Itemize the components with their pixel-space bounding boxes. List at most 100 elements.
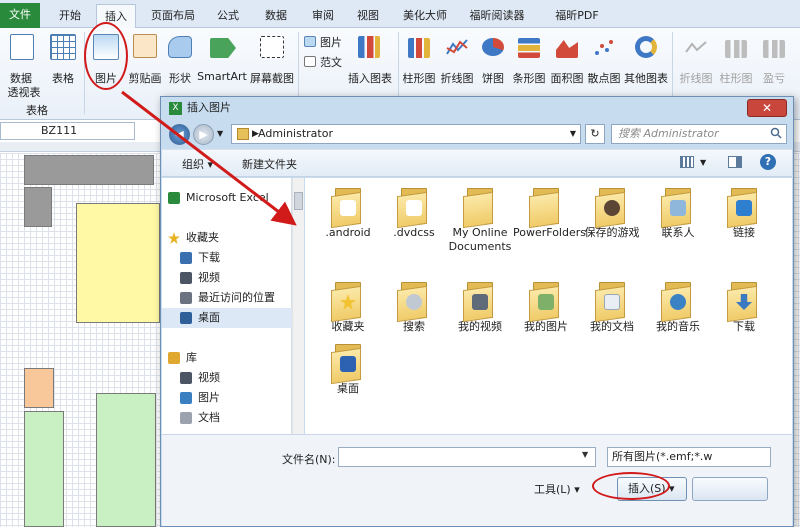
filename-input[interactable] (338, 447, 596, 467)
nav-scrollbar[interactable] (292, 178, 304, 434)
nav-library-pictures[interactable]: 图片 (162, 388, 292, 408)
nav-videos[interactable]: 视频 (162, 268, 292, 288)
forward-button[interactable]: ▶ (193, 124, 214, 145)
table-button[interactable]: 表格 (46, 32, 80, 85)
file-label: .android (325, 226, 371, 239)
file-item-saved-games[interactable]: 保存的游戏 (579, 186, 645, 240)
tab-view[interactable]: 视图 (348, 4, 388, 28)
address-dropdown-icon[interactable]: ▼ (570, 125, 576, 143)
help-icon[interactable]: ? (760, 154, 776, 170)
sparkline-column-icon (725, 40, 747, 58)
file-item-my-pictures[interactable]: 我的图片 (513, 280, 579, 334)
file-item-my-videos[interactable]: 我的视频 (447, 280, 513, 334)
file-item-my-music[interactable]: 我的音乐 (645, 280, 711, 334)
sparkline-line-icon (685, 41, 707, 53)
close-button[interactable]: ✕ (747, 99, 787, 117)
file-label: 我的图片 (524, 320, 568, 333)
file-item-searches[interactable]: 搜索 (381, 280, 447, 334)
nav-library-videos[interactable]: 视频 (162, 368, 292, 388)
nav-label: 下载 (198, 251, 220, 264)
breadcrumb-administrator[interactable]: Administrator (258, 127, 333, 140)
star-icon (168, 232, 180, 244)
cancel-button[interactable] (692, 477, 768, 501)
file-label: 我的视频 (458, 320, 502, 333)
tab-file[interactable]: 文件 (0, 3, 40, 28)
tab-meihua[interactable]: 美化大师 (396, 4, 454, 28)
bar-chart-button[interactable]: 条形图 (510, 32, 548, 85)
nav-label: 收藏夹 (186, 231, 219, 244)
nav-desktop[interactable]: 桌面 (162, 308, 292, 328)
contacts-folder-icon (661, 186, 695, 229)
sparkline-winloss-button[interactable]: 盈亏 (756, 32, 792, 85)
small-picture-icon (304, 36, 316, 47)
recent-pages-dropdown[interactable]: ▼ (217, 129, 223, 138)
file-item-contacts[interactable]: 联系人 (645, 186, 711, 240)
insert-chart-button[interactable]: 插入图表 (344, 32, 396, 85)
sparkline-line-button[interactable]: 折线图 (676, 32, 716, 85)
sheet-shape (76, 203, 160, 323)
screenshot-button[interactable]: 屏幕截图 (248, 32, 296, 85)
tab-foxit-reader[interactable]: 福昕阅读器 (462, 4, 532, 28)
organize-button[interactable]: 组织 ▾ (182, 156, 213, 172)
address-bar[interactable]: ▶ Administrator ▼ (231, 124, 581, 144)
smartart-icon (210, 38, 236, 58)
scrollbar-thumb[interactable] (294, 192, 303, 210)
pivot-label-2: 透视表 (7, 86, 41, 99)
tab-data[interactable]: 数据 (256, 4, 296, 28)
area-chart-button[interactable]: 面积图 (548, 32, 586, 85)
clip-art-button[interactable]: 剪贴画 (126, 32, 164, 85)
other-charts-button[interactable]: 其他图表 (622, 32, 670, 85)
search-input[interactable]: 搜索 Administrator (611, 124, 787, 144)
file-label: 我的文档 (590, 320, 634, 333)
nav-downloads[interactable]: 下载 (162, 248, 292, 268)
tab-page-layout[interactable]: 页面布局 (144, 4, 202, 28)
favorites-folder-icon (331, 280, 365, 323)
file-item-desktop[interactable]: 桌面 (315, 342, 381, 396)
nav-label: 视频 (198, 271, 220, 284)
sample-text-button[interactable]: 范文 (304, 54, 344, 70)
tab-home[interactable]: 开始 (52, 4, 88, 28)
sheet-shape (96, 393, 156, 527)
file-item-dvdcss[interactable]: .dvdcss (381, 186, 447, 240)
tab-formulas[interactable]: 公式 (208, 4, 248, 28)
new-folder-button[interactable]: 新建文件夹 (242, 156, 297, 172)
view-dropdown-icon[interactable]: ▼ (700, 158, 706, 167)
sample-text-label: 范文 (320, 56, 342, 69)
my-documents-folder-icon (595, 280, 629, 323)
back-button[interactable]: ◀ (169, 124, 190, 145)
scatter-chart-button[interactable]: 散点图 (586, 32, 622, 85)
nav-libraries[interactable]: 库 (162, 348, 292, 368)
smartart-button[interactable]: SmartArt (196, 32, 248, 83)
file-item-my-online-documents[interactable]: My Online Documents (447, 186, 513, 254)
file-item-favorites[interactable]: 收藏夹 (315, 280, 381, 334)
table-icon (50, 34, 76, 60)
nav-library-documents[interactable]: 文档 (162, 408, 292, 428)
line-chart-button[interactable]: 折线图 (438, 32, 476, 85)
preview-pane-icon[interactable] (728, 156, 742, 168)
file-type-select[interactable]: 所有图片(*.emf;*.w (607, 447, 771, 467)
sheet-shape (24, 187, 52, 227)
file-item-powerfolders[interactable]: PowerFolders (513, 186, 586, 240)
nav-recent-places[interactable]: 最近访问的位置 (162, 288, 292, 308)
small-picture-button[interactable]: 图片 (304, 34, 344, 50)
sparkline-column-button[interactable]: 柱形图 (716, 32, 756, 85)
file-item-downloads[interactable]: 下载 (711, 280, 777, 334)
nav-favorites[interactable]: 收藏夹 (162, 228, 292, 248)
refresh-button[interactable]: ↻ (585, 124, 605, 144)
nav-microsoft-excel[interactable]: Microsoft Excel (162, 188, 292, 208)
file-item-android[interactable]: .android (315, 186, 381, 240)
pie-chart-button[interactable]: 饼图 (476, 32, 510, 85)
name-box[interactable]: BZ111 (0, 122, 135, 140)
shapes-button[interactable]: 形状 (164, 32, 196, 85)
file-item-links[interactable]: 链接 (711, 186, 777, 240)
desktop-folder-icon (331, 342, 365, 385)
file-item-my-documents[interactable]: 我的文档 (579, 280, 645, 334)
pivot-table-button[interactable]: 数据 透视表 (2, 32, 41, 99)
column-chart-button[interactable]: 柱形图 (400, 32, 438, 85)
tools-button[interactable]: 工具(L) ▾ (534, 479, 588, 501)
view-options-icon[interactable] (680, 156, 694, 168)
filename-dropdown-icon[interactable]: ▼ (582, 450, 588, 459)
tab-review[interactable]: 审阅 (303, 4, 343, 28)
tab-foxit-pdf[interactable]: 福昕PDF (544, 4, 610, 28)
links-folder-icon (727, 186, 761, 229)
